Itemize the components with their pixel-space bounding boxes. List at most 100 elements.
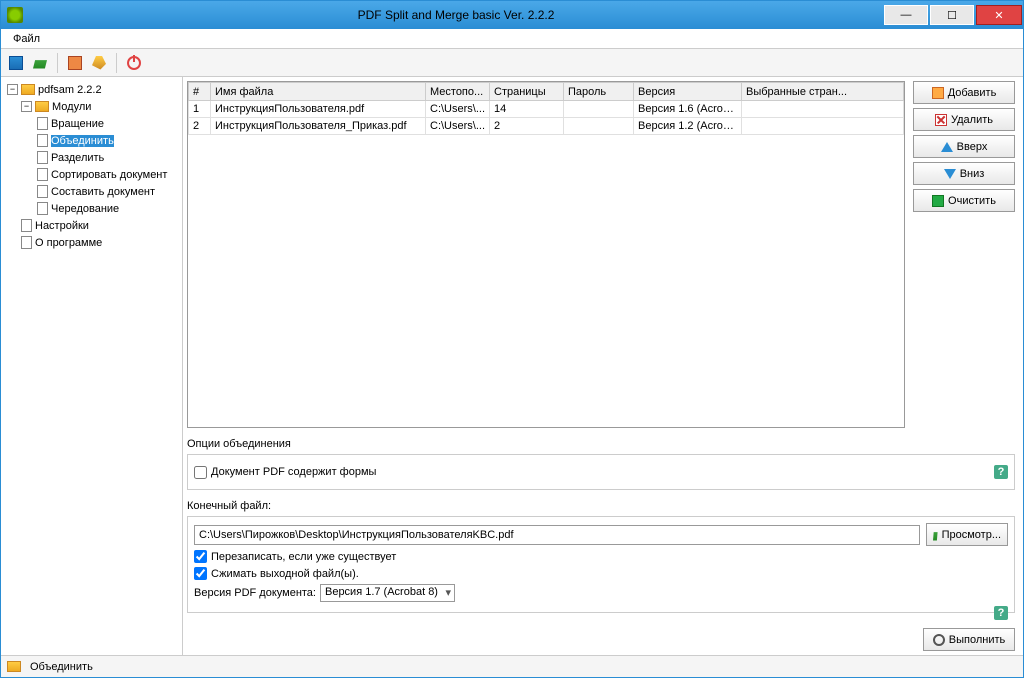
page-icon	[37, 117, 48, 130]
browse-button[interactable]: Просмотр...	[926, 523, 1008, 546]
folder-icon	[21, 84, 35, 95]
tree-label: Чередование	[51, 203, 119, 215]
statusbar: Объединить	[1, 655, 1023, 677]
collapse-icon[interactable]: −	[7, 84, 18, 95]
sidebar-tree[interactable]: − pdfsam 2.2.2 − Модули Вращение Объедин…	[1, 77, 183, 655]
page-icon	[37, 151, 48, 164]
tree-label: Сортировать документ	[51, 169, 167, 181]
forms-label: Документ PDF содержит формы	[211, 466, 376, 478]
col-version[interactable]: Версия	[634, 83, 742, 101]
gear-icon	[933, 634, 945, 646]
col-filename[interactable]: Имя файла	[211, 83, 426, 101]
compress-checkbox[interactable]	[194, 567, 207, 580]
tree-label: pdfsam 2.2.2	[38, 84, 102, 96]
arrow-up-icon	[941, 142, 953, 152]
menubar: Файл	[1, 29, 1023, 49]
cell-version: Версия 1.2 (Acroba...	[634, 118, 742, 135]
tree-label: Настройки	[35, 220, 89, 232]
cell-location: C:\Users\...	[426, 118, 490, 135]
tree-about[interactable]: О программе	[5, 234, 178, 251]
page-icon	[37, 185, 48, 198]
pdfver-label: Версия PDF документа:	[194, 587, 316, 599]
broom-icon	[92, 56, 106, 70]
cell-filename: ИнструкцияПользователя.pdf	[211, 101, 426, 118]
folder-icon	[7, 661, 21, 672]
col-location[interactable]: Местопо...	[426, 83, 490, 101]
cell-selected	[742, 101, 904, 118]
cell-selected	[742, 118, 904, 135]
main-panel: # Имя файла Местопо... Страницы Пароль В…	[183, 77, 1023, 655]
output-section: Конечный файл: Просмотр... Перезаписать,…	[187, 500, 1015, 620]
body: − pdfsam 2.2.2 − Модули Вращение Объедин…	[1, 77, 1023, 655]
execute-row: Выполнить	[187, 628, 1015, 651]
execute-button[interactable]: Выполнить	[923, 628, 1015, 651]
window-title: PDF Split and Merge basic Ver. 2.2.2	[29, 8, 883, 22]
delete-icon	[935, 114, 947, 126]
tree-item-sort[interactable]: Сортировать документ	[5, 166, 178, 183]
tree-item-alternate[interactable]: Чередование	[5, 200, 178, 217]
add-icon	[932, 87, 944, 99]
maximize-button[interactable]: ☐	[930, 5, 974, 25]
tree-modules[interactable]: − Модули	[5, 98, 178, 115]
minimize-button[interactable]: —	[884, 5, 928, 25]
tree-root[interactable]: − pdfsam 2.2.2	[5, 81, 178, 98]
toolbar	[1, 49, 1023, 77]
tree-item-merge[interactable]: Объединить	[5, 132, 178, 149]
clear-log-button[interactable]	[88, 52, 110, 74]
open-icon	[33, 57, 47, 69]
table-row[interactable]: 2 ИнструкцияПользователя_Приказ.pdf C:\U…	[189, 118, 904, 135]
col-num[interactable]: #	[189, 83, 211, 101]
output-path-input[interactable]	[194, 525, 920, 545]
file-area: # Имя файла Местопо... Страницы Пароль В…	[187, 81, 1015, 428]
help-icon[interactable]: ?	[994, 465, 1008, 479]
page-icon	[37, 202, 48, 215]
exit-button[interactable]	[123, 52, 145, 74]
cell-filename: ИнструкцияПользователя_Приказ.pdf	[211, 118, 426, 135]
overwrite-label: Перезаписать, если уже существует	[211, 551, 396, 563]
cell-pages: 14	[490, 101, 564, 118]
cell-num: 1	[189, 101, 211, 118]
output-label: Конечный файл:	[187, 500, 1015, 512]
close-button[interactable]: ✕	[976, 5, 1022, 25]
clear-button[interactable]: Очистить	[913, 189, 1015, 212]
table-row[interactable]: 1 ИнструкцияПользователя.pdf C:\Users\..…	[189, 101, 904, 118]
tree-label: Объединить	[51, 135, 114, 147]
titlebar[interactable]: PDF Split and Merge basic Ver. 2.2.2 — ☐…	[1, 1, 1023, 29]
tree-label: Модули	[52, 101, 91, 113]
page-icon	[21, 219, 32, 232]
help-icon[interactable]: ?	[994, 606, 1008, 620]
remove-button[interactable]: Удалить	[913, 108, 1015, 131]
forms-checkbox[interactable]	[194, 466, 207, 479]
pdfver-select[interactable]: Версия 1.7 (Acrobat 8)	[320, 584, 455, 602]
power-icon	[127, 56, 141, 70]
toolbar-separator	[57, 53, 58, 73]
save-button[interactable]	[5, 52, 27, 74]
overwrite-checkbox[interactable]	[194, 550, 207, 563]
menu-file[interactable]: Файл	[7, 31, 46, 47]
cell-location: C:\Users\...	[426, 101, 490, 118]
add-button[interactable]: Добавить	[913, 81, 1015, 104]
save-icon	[9, 56, 23, 70]
down-button[interactable]: Вниз	[913, 162, 1015, 185]
page-icon	[37, 168, 48, 181]
tree-label: Вращение	[51, 118, 104, 130]
tree-item-split[interactable]: Разделить	[5, 149, 178, 166]
collapse-icon[interactable]: −	[21, 101, 32, 112]
col-pages[interactable]: Страницы	[490, 83, 564, 101]
col-selected[interactable]: Выбранные стран...	[742, 83, 904, 101]
tree-label: Разделить	[51, 152, 104, 164]
col-password[interactable]: Пароль	[564, 83, 634, 101]
tree-item-rotate[interactable]: Вращение	[5, 115, 178, 132]
log-button[interactable]	[64, 52, 86, 74]
tree-label: О программе	[35, 237, 102, 249]
open-button[interactable]	[29, 52, 51, 74]
cell-version: Версия 1.6 (Acroba...	[634, 101, 742, 118]
cell-pages: 2	[490, 118, 564, 135]
up-button[interactable]: Вверх	[913, 135, 1015, 158]
arrow-down-icon	[944, 169, 956, 179]
cell-password	[564, 118, 634, 135]
tree-settings[interactable]: Настройки	[5, 217, 178, 234]
tree-label: Составить документ	[51, 186, 155, 198]
tree-item-compose[interactable]: Составить документ	[5, 183, 178, 200]
file-table[interactable]: # Имя файла Местопо... Страницы Пароль В…	[187, 81, 905, 428]
